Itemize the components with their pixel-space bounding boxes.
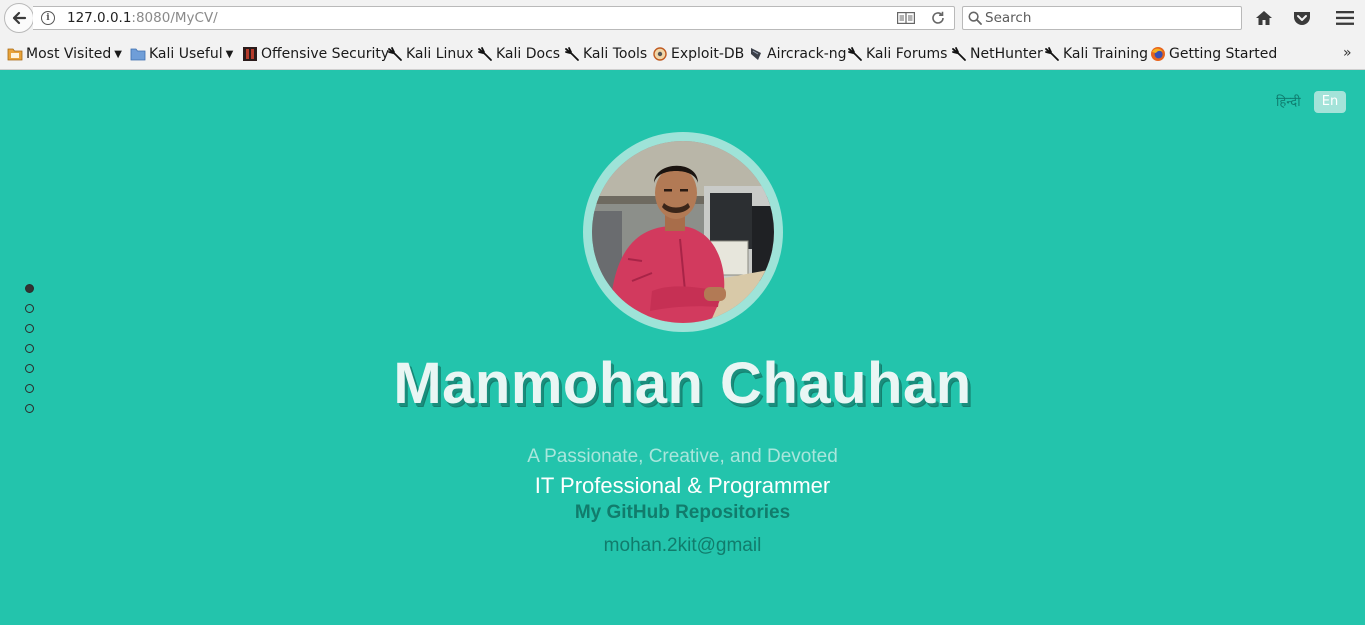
bookmark-kali-training[interactable]: Kali Training [1044,45,1148,63]
chevron-down-icon: ▼ [114,48,122,60]
folder-icon [130,48,146,61]
home-icon[interactable] [1254,8,1274,28]
language-hindi-button[interactable]: हिन्दी [1276,92,1301,110]
kali-dragon-icon [1045,47,1059,61]
url-path: :8080/MyCV/ [131,10,218,26]
bookmark-label: NetHunter [970,46,1043,62]
language-english-button[interactable]: En [1314,91,1346,113]
folder-icon [7,48,23,61]
kali-dragon-icon [565,47,579,61]
github-repositories-link[interactable]: My GitHub Repositories [0,502,1365,524]
aircrack-icon [751,48,761,60]
arrow-left-icon [12,11,27,25]
search-icon [968,11,982,25]
bookmark-aircrack-ng[interactable]: Aircrack-ng [748,45,847,63]
bookmark-label: Most Visited [26,46,112,62]
reader-view-icon[interactable] [897,12,915,24]
offensive-security-icon [243,47,257,61]
exploit-db-icon [653,47,667,61]
email-link[interactable]: mohan.2kit@gmail [0,535,1365,557]
kali-dragon-icon [478,47,492,61]
bookmark-label: Kali Useful [149,46,223,62]
bookmark-label: Aircrack-ng [767,46,847,62]
bookmark-kali-linux[interactable]: Kali Linux [387,45,473,63]
kali-dragon-icon [388,47,402,61]
bookmark-label: Kali Docs [496,46,561,62]
bookmark-kali-docs[interactable]: Kali Docs [477,45,560,63]
bookmark-label: Getting Started [1169,46,1278,62]
profile-photo [592,141,774,323]
back-button[interactable] [4,3,34,33]
search-input[interactable] [985,9,1235,27]
section-dot-1[interactable] [25,284,34,293]
bookmark-kali-forums[interactable]: Kali Forums [847,45,947,63]
bookmark-most-visited[interactable]: Most Visited ▼ [7,45,122,63]
chevron-down-icon: ▼ [225,48,234,60]
bookmark-label: Offensive Security [261,46,390,62]
section-dot-2[interactable] [25,304,34,313]
bookmark-exploit-db[interactable]: Exploit-DB [652,45,744,63]
url-host: 127.0.0.1 [67,10,132,26]
search-box[interactable] [962,6,1242,30]
bookmark-offensive-security[interactable]: Offensive Security [242,45,389,63]
kali-dragon-icon [848,47,862,61]
bookmarks-toolbar: Most Visited ▼ Kali Useful ▼ Offensive S… [0,36,1365,70]
info-icon[interactable]: i [41,11,55,25]
bookmark-nethunter[interactable]: NetHunter [951,45,1043,63]
url-bar[interactable]: i 127.0.0.1:8080/MyCV/ [33,6,955,30]
bookmark-label: Kali Forums [866,46,948,62]
firefox-icon [1151,47,1165,61]
pocket-icon[interactable] [1292,8,1312,28]
bookmark-label: Kali Training [1063,46,1148,62]
bookmark-kali-tools[interactable]: Kali Tools [564,45,647,63]
bookmark-label: Exploit-DB [671,46,745,62]
kali-dragon-icon [952,47,966,61]
browser-nav-bar: i 127.0.0.1:8080/MyCV/ [0,0,1365,36]
profile-tagline: A Passionate, Creative, and Devoted [527,446,838,467]
profile-profession: IT Professional & Programmer [534,473,831,498]
section-dot-3[interactable] [25,324,34,333]
bookmark-label: Kali Tools [583,46,648,62]
bookmark-kali-useful[interactable]: Kali Useful ▼ [130,45,233,63]
bookmarks-overflow-button[interactable]: » [1343,45,1352,61]
profile-name: Manmohan Chauhan [393,351,972,416]
hamburger-menu-icon[interactable] [1335,8,1355,28]
url-text[interactable]: 127.0.0.1:8080/MyCV/ [67,10,218,26]
reload-icon[interactable] [931,11,945,25]
bookmark-label: Kali Linux [406,46,474,62]
avatar [583,132,783,332]
bookmark-getting-started[interactable]: Getting Started [1150,45,1277,63]
